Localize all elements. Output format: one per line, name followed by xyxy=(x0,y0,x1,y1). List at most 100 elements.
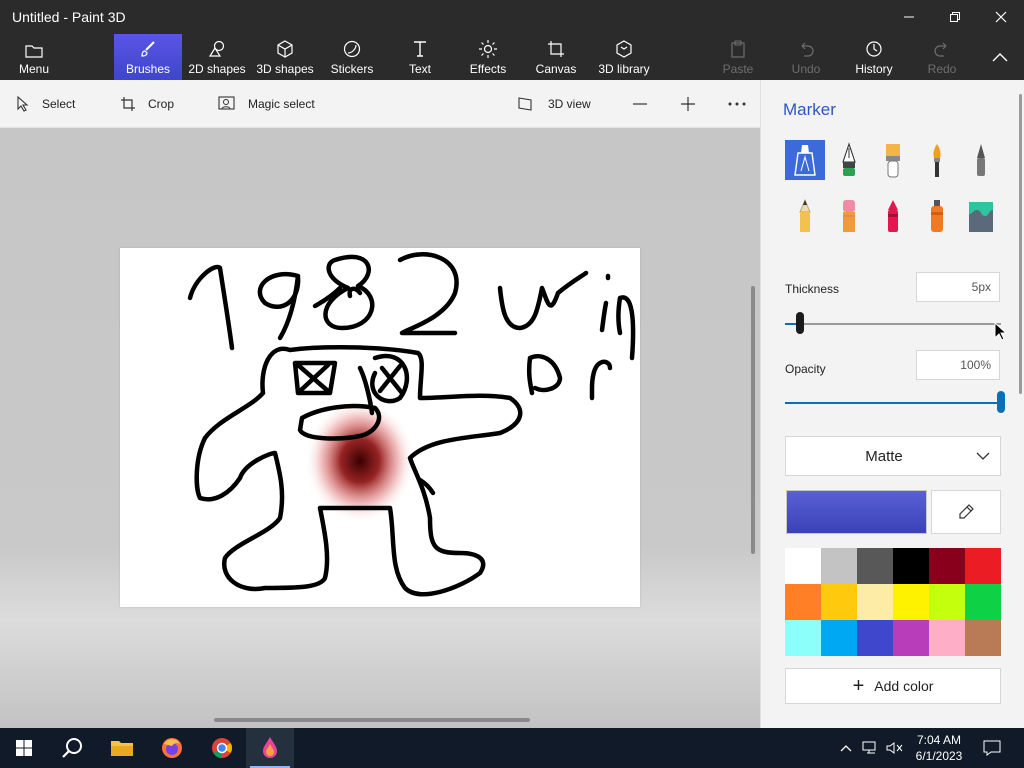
tab-text-label: Text xyxy=(408,62,431,76)
3d-view-icon xyxy=(518,97,532,111)
color-swatch[interactable] xyxy=(857,584,893,620)
window-title: Untitled - Paint 3D xyxy=(12,9,126,25)
eraser-button[interactable] xyxy=(829,196,869,236)
tab-effects[interactable]: Effects xyxy=(464,34,512,80)
oil-brush-button[interactable] xyxy=(873,140,913,180)
history-label: History xyxy=(855,62,893,76)
watercolor-icon xyxy=(933,144,941,177)
tab-3d-library[interactable]: 3D library xyxy=(596,34,652,80)
redo-button[interactable]: Redo xyxy=(920,34,964,80)
select-label: Select xyxy=(42,97,76,111)
chrome-button[interactable] xyxy=(198,728,246,768)
chevron-down-icon xyxy=(976,452,990,460)
panel-scrollbar[interactable] xyxy=(1019,94,1022,394)
mouse-cursor-icon xyxy=(994,322,1006,341)
minimize-icon xyxy=(904,16,914,18)
tab-3d-shapes-label: 3D shapes xyxy=(256,62,314,76)
crop-icon xyxy=(121,97,135,111)
undo-button[interactable]: Undo xyxy=(784,34,828,80)
workspace[interactable] xyxy=(0,128,760,728)
minimize-button[interactable] xyxy=(886,0,932,34)
marker-brush-button[interactable] xyxy=(785,140,825,180)
more-options-button[interactable] xyxy=(728,80,758,128)
tab-effects-label: Effects xyxy=(469,62,507,76)
eyedropper-button[interactable] xyxy=(931,490,1001,534)
drawing-canvas[interactable] xyxy=(120,248,640,607)
search-button[interactable] xyxy=(48,728,96,768)
color-swatch[interactable] xyxy=(893,584,929,620)
menu-button[interactable]: Menu xyxy=(10,34,58,80)
file-explorer-button[interactable] xyxy=(98,728,146,768)
3d-view-button[interactable]: 3D view xyxy=(518,80,591,128)
opacity-input[interactable]: 100% xyxy=(916,350,1000,380)
crop-label: Crop xyxy=(148,97,175,111)
color-swatch[interactable] xyxy=(929,584,965,620)
tab-brushes-label: Brushes xyxy=(125,62,171,76)
show-hidden-icons-button[interactable] xyxy=(836,728,856,768)
history-button[interactable]: History xyxy=(850,34,898,80)
cursor-icon xyxy=(17,96,29,112)
color-swatch[interactable] xyxy=(965,620,1001,656)
oil-brush-icon xyxy=(886,144,900,178)
tab-2d-shapes[interactable]: 2D shapes xyxy=(186,34,248,80)
color-swatch[interactable] xyxy=(785,584,821,620)
system-clock[interactable]: 7:04 AM 6/1/2023 xyxy=(904,732,974,764)
color-swatch[interactable] xyxy=(965,548,1001,584)
eyedropper-icon xyxy=(959,504,974,519)
network-icon xyxy=(862,741,876,754)
chevron-up-icon xyxy=(840,745,852,752)
restore-icon xyxy=(950,12,960,22)
close-button[interactable] xyxy=(978,0,1024,34)
crop-button[interactable]: Crop xyxy=(120,80,174,128)
crayon-button[interactable] xyxy=(873,196,913,236)
select-button[interactable]: Select xyxy=(16,80,75,128)
tab-3d-shapes[interactable]: 3D shapes xyxy=(254,34,316,80)
tab-canvas[interactable]: Canvas xyxy=(532,34,580,80)
notifications-button[interactable] xyxy=(978,728,1006,768)
restore-button[interactable] xyxy=(932,0,978,34)
magic-select-button[interactable]: Magic select xyxy=(218,80,315,128)
spray-can-button[interactable] xyxy=(917,196,957,236)
finish-dropdown[interactable]: Matte xyxy=(785,436,1001,476)
zoom-in-button[interactable] xyxy=(680,80,708,128)
zoom-out-button[interactable] xyxy=(632,80,660,128)
chrome-icon xyxy=(212,738,233,759)
opacity-slider-thumb[interactable] xyxy=(997,391,1005,413)
horizontal-scrollbar[interactable] xyxy=(214,718,530,722)
color-swatch[interactable] xyxy=(785,548,821,584)
thickness-slider-thumb[interactable] xyxy=(796,312,804,334)
watercolor-brush-button[interactable] xyxy=(917,140,957,180)
thickness-slider[interactable] xyxy=(785,323,1001,325)
tab-stickers[interactable]: Stickers xyxy=(324,34,380,80)
fill-button[interactable] xyxy=(961,196,1001,236)
color-swatch[interactable] xyxy=(893,620,929,656)
current-color-swatch[interactable] xyxy=(786,490,927,534)
add-color-button[interactable]: + Add color xyxy=(785,668,1001,704)
pencil-button[interactable] xyxy=(785,196,825,236)
paste-label: Paste xyxy=(722,62,754,76)
vertical-scrollbar[interactable] xyxy=(751,286,755,554)
paste-button[interactable]: Paste xyxy=(716,34,760,80)
firefox-button[interactable] xyxy=(148,728,196,768)
collapse-ribbon-button[interactable] xyxy=(980,34,1020,80)
network-button[interactable] xyxy=(860,728,882,768)
color-swatch[interactable] xyxy=(857,548,893,584)
color-swatch[interactable] xyxy=(821,584,857,620)
color-swatch[interactable] xyxy=(965,584,1001,620)
color-swatch[interactable] xyxy=(893,548,929,584)
calligraphy-pen-button[interactable] xyxy=(829,140,869,180)
color-swatch[interactable] xyxy=(929,548,965,584)
volume-button[interactable] xyxy=(884,728,906,768)
start-button[interactable] xyxy=(0,728,48,768)
paint-3d-button[interactable] xyxy=(246,728,294,768)
thickness-input[interactable]: 5px xyxy=(916,272,1000,302)
pixel-pen-button[interactable] xyxy=(961,140,1001,180)
color-swatch[interactable] xyxy=(821,548,857,584)
color-swatch[interactable] xyxy=(785,620,821,656)
color-swatch[interactable] xyxy=(857,620,893,656)
crayon-icon xyxy=(888,200,898,232)
tab-brushes[interactable]: Brushes xyxy=(114,34,182,80)
tab-text[interactable]: Text xyxy=(396,34,444,80)
color-swatch[interactable] xyxy=(929,620,965,656)
color-swatch[interactable] xyxy=(821,620,857,656)
